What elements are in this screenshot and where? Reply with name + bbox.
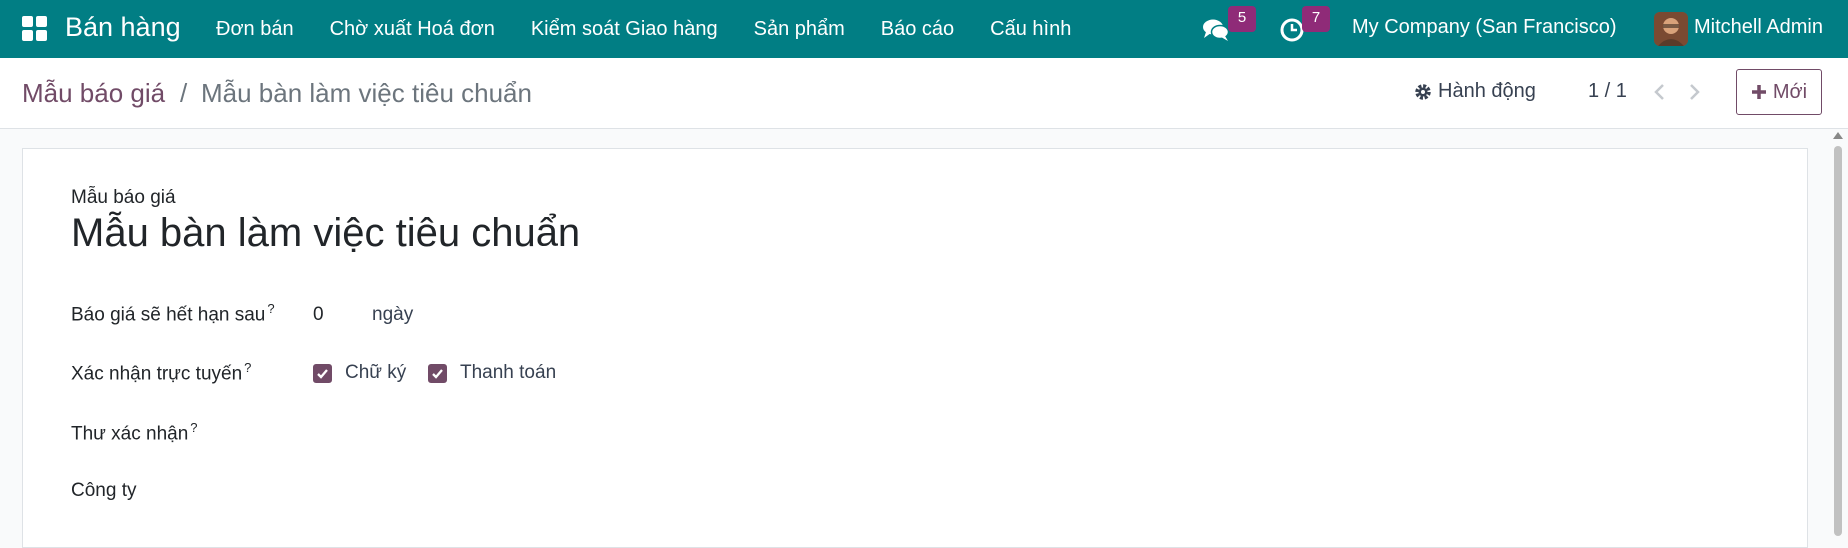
company-label: Công ty [71,480,137,501]
scroll-up-arrow-icon[interactable] [1833,132,1843,139]
pager-value[interactable]: 1 / 1 [1588,80,1627,103]
menu-item-delivery-control[interactable]: Kiểm soát Giao hàng [513,18,736,41]
scrollbar[interactable] [1832,132,1844,536]
breadcrumb-parent[interactable]: Mẫu báo giá [22,78,165,109]
payment-checkbox[interactable] [428,364,447,383]
menu-item-configuration[interactable]: Cấu hình [972,18,1089,41]
chat-icon[interactable] [1202,16,1230,44]
plus-icon [1751,85,1766,99]
new-record-button[interactable]: Mới [1736,69,1822,115]
menu-item-products[interactable]: Sản phẩm [736,18,863,41]
online-confirmation-label: Xác nhận trực tuyến? [71,360,251,385]
confirmation-mail-label-text: Thư xác nhận [71,423,189,445]
help-mark[interactable]: ? [267,301,274,316]
expiry-label: Báo giá sẽ hết hạn sau? [71,301,275,326]
menu-item-reporting[interactable]: Báo cáo [863,18,972,41]
control-panel: Mẫu báo giá / Mẫu bàn làm việc tiêu chuẩ… [0,58,1848,129]
breadcrumb-separator: / [180,78,188,108]
scrollbar-thumb[interactable] [1834,146,1842,536]
menu-item-to-invoice[interactable]: Chờ xuất Hoá đơn [312,18,513,41]
gear-icon [1415,83,1431,100]
messages-badge: 5 [1228,6,1256,32]
record-type-label: Mẫu báo giá [71,187,176,208]
menu-item-orders[interactable]: Đơn bán [198,18,312,41]
app-title[interactable]: Bán hàng [65,12,181,43]
expiry-label-text: Báo giá sẽ hết hạn sau [71,304,266,326]
company-switcher[interactable]: My Company (San Francisco) [1352,16,1617,39]
apps-grid-icon[interactable] [22,16,48,42]
action-menu-label: Hành động [1438,80,1536,102]
form-sheet: Mẫu báo giá Mẫu bàn làm việc tiêu chuẩn … [22,148,1808,548]
signature-checkbox[interactable] [313,364,332,383]
check-icon [432,369,443,379]
help-mark[interactable]: ? [244,360,251,375]
chevron-right-icon[interactable] [1684,82,1704,102]
signature-label[interactable]: Chữ ký [345,362,406,384]
confirmation-mail-label: Thư xác nhận? [71,420,198,445]
main-menu: Đơn bán Chờ xuất Hoá đơn Kiểm soát Giao … [198,0,1089,58]
online-confirmation-label-text: Xác nhận trực tuyến [71,363,243,385]
help-mark[interactable]: ? [190,420,197,435]
new-record-label: Mới [1772,80,1808,103]
user-avatar[interactable] [1654,12,1688,46]
top-navbar: Bán hàng Đơn bán Chờ xuất Hoá đơn Kiểm s… [0,0,1848,58]
expiry-days-input[interactable]: 0 [313,304,324,326]
check-icon [317,369,328,379]
user-menu[interactable]: Mitchell Admin [1694,16,1823,39]
chevron-left-icon[interactable] [1650,82,1670,102]
payment-label[interactable]: Thanh toán [460,362,556,384]
record-name-field[interactable]: Mẫu bàn làm việc tiêu chuẩn [71,211,580,256]
activities-badge: 7 [1302,6,1330,32]
action-menu-button[interactable]: Hành động [1414,80,1536,103]
expiry-unit-label: ngày [372,304,414,325]
breadcrumb-current: Mẫu bàn làm việc tiêu chuẩn [201,78,532,108]
